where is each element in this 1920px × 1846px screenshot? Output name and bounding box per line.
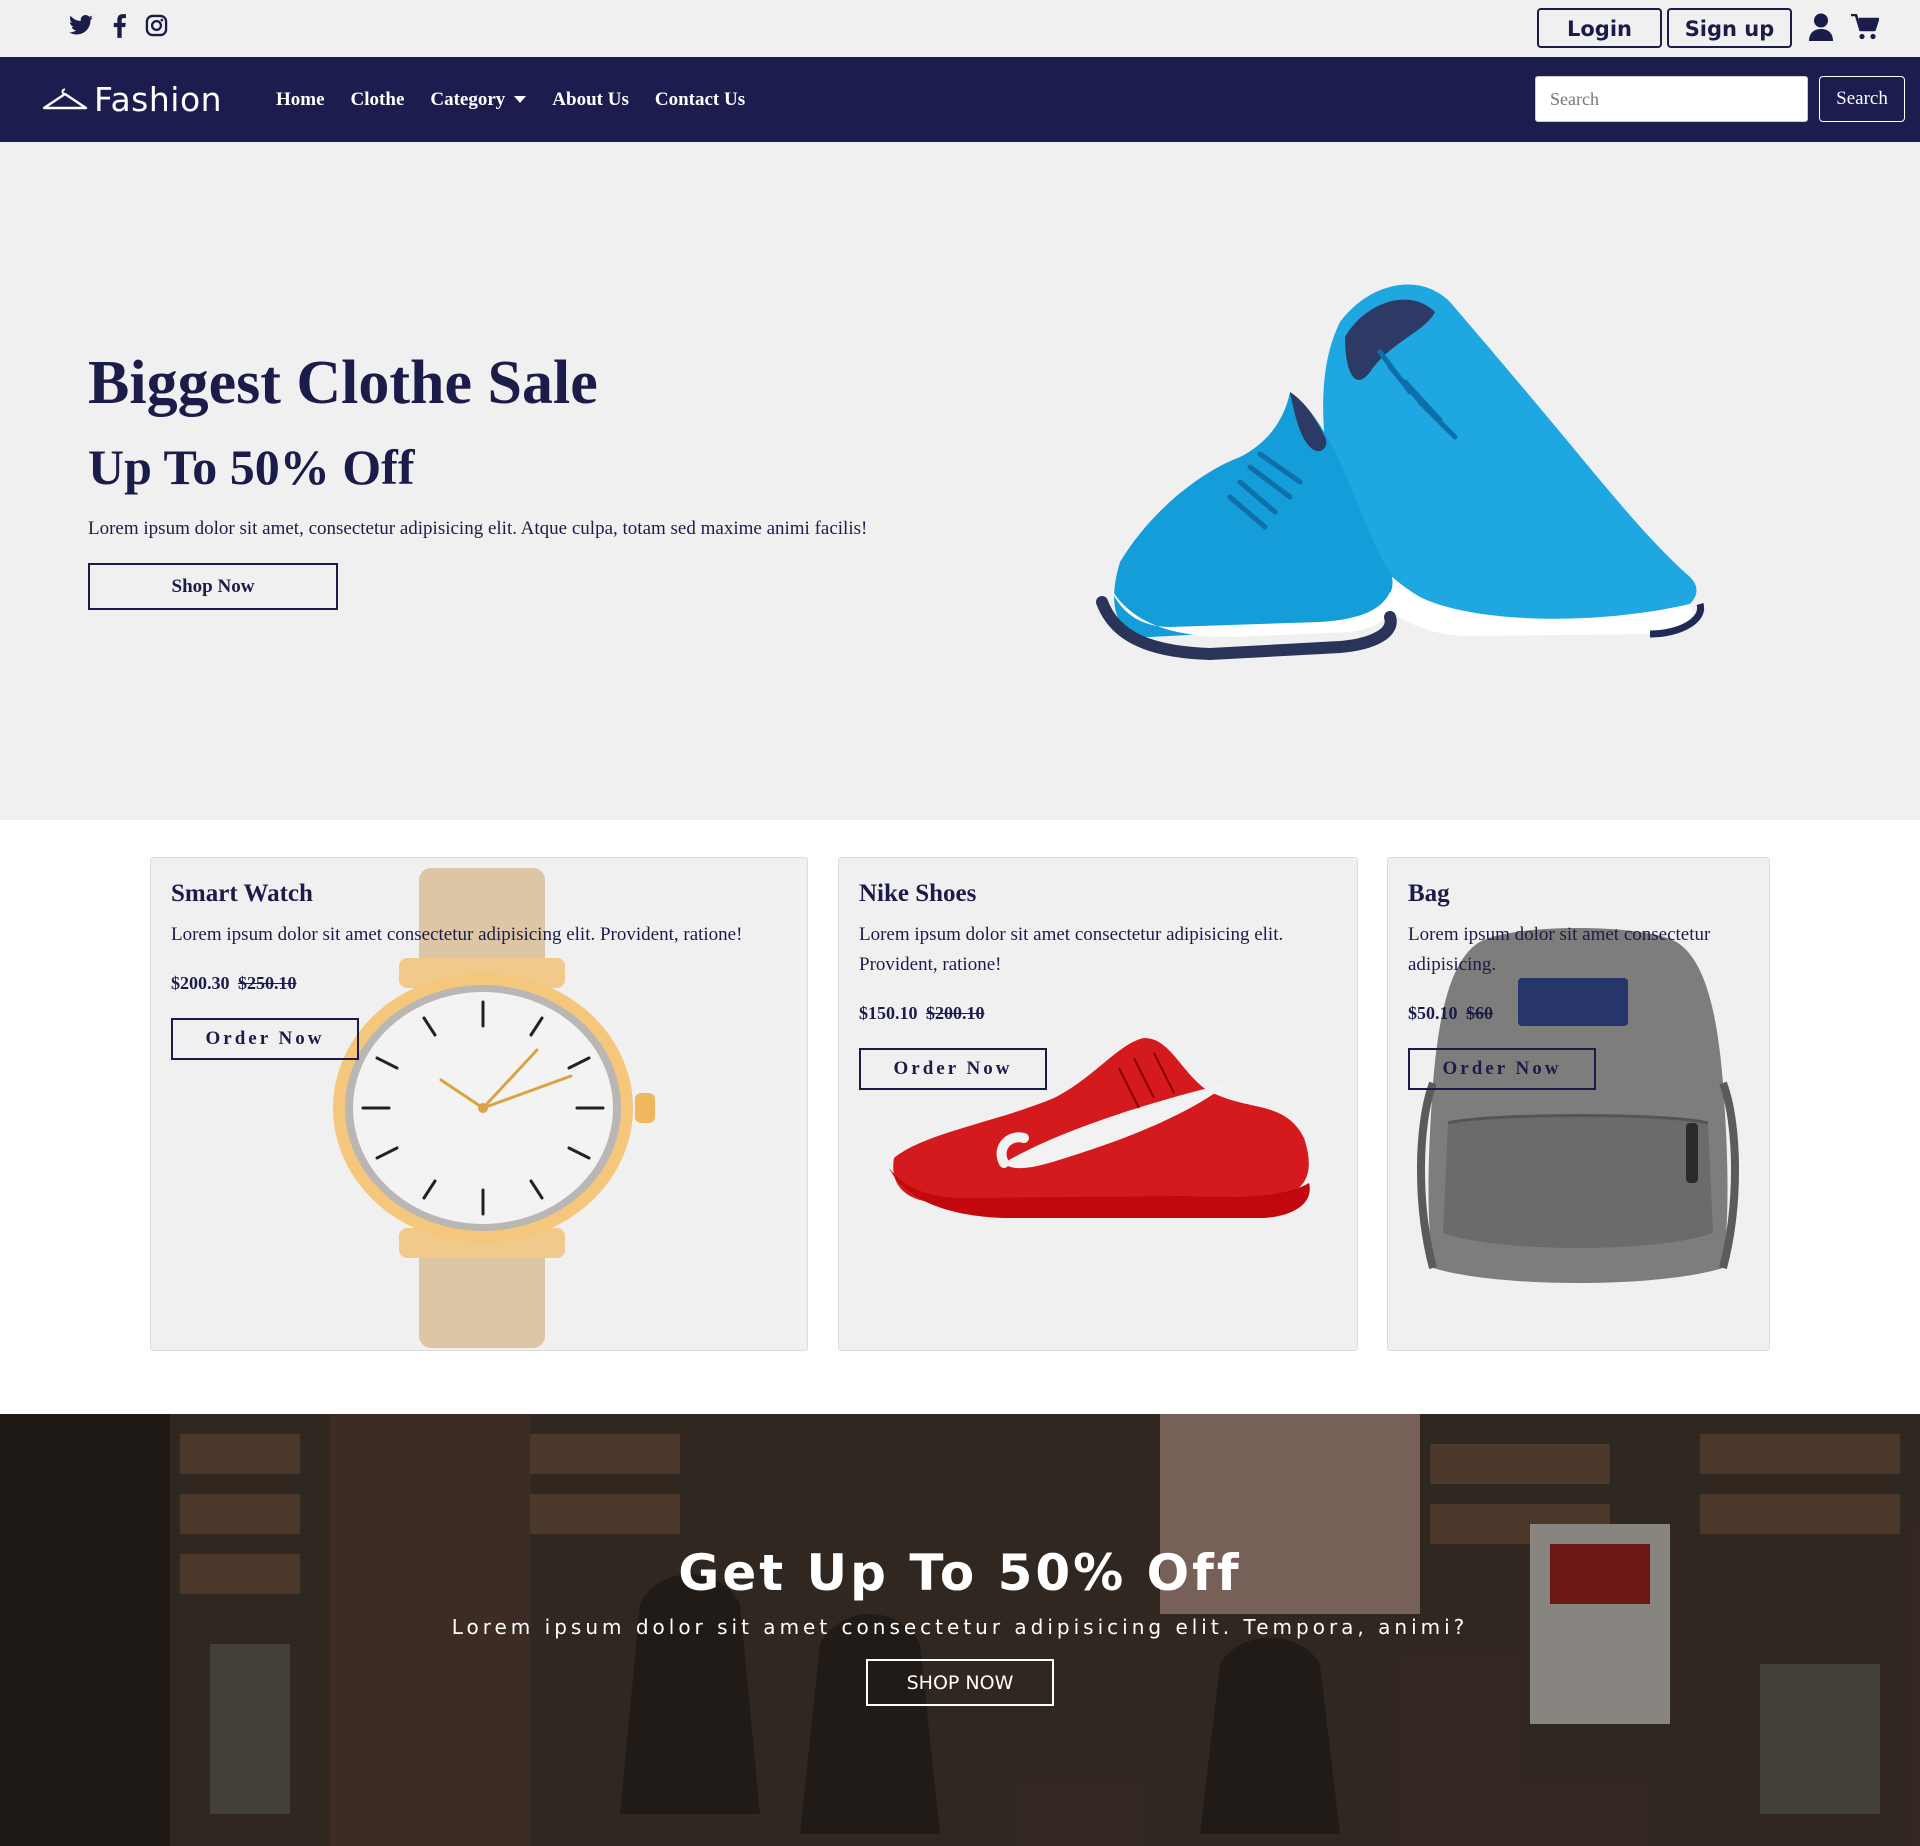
shop-now-button[interactable]: Shop Now (88, 563, 338, 610)
promo-title: Get Up To 50% Off (678, 1544, 1242, 1602)
hero-subtitle: Up To 50% Off (88, 439, 415, 495)
current-price: $50.10 (1408, 1003, 1458, 1023)
instagram-icon[interactable] (145, 14, 168, 37)
facebook-icon[interactable] (113, 14, 126, 38)
login-button[interactable]: Login (1537, 8, 1662, 48)
hanger-icon (42, 88, 88, 110)
product-description: Lorem ipsum dolor sit amet consectetur a… (859, 924, 1284, 975)
product-price: $200.30 $250.10 (171, 973, 297, 994)
order-now-button[interactable]: Order Now (171, 1018, 359, 1060)
nav-clothe[interactable]: Clothe (351, 89, 405, 111)
order-now-button[interactable]: Order Now (859, 1048, 1047, 1090)
product-title: Nike Shoes (859, 880, 977, 907)
product-card-nike-shoes: Nike Shoes Lorem ipsum dolor sit amet co… (838, 857, 1358, 1351)
user-icon[interactable] (1809, 13, 1833, 46)
old-price: $250.10 (238, 973, 297, 993)
nav-about[interactable]: About Us (552, 89, 629, 111)
signup-button[interactable]: Sign up (1667, 8, 1792, 48)
product-description: Lorem ipsum dolor sit amet consectetur a… (171, 924, 743, 945)
promo-shop-now-button[interactable]: SHOP NOW (866, 1659, 1054, 1706)
old-price: $200.10 (926, 1003, 985, 1023)
product-price: $50.10 $60 (1408, 1003, 1493, 1024)
search-button[interactable]: Search (1819, 76, 1905, 122)
brand-logo[interactable]: Fashion (42, 77, 222, 121)
caret-down-icon (514, 96, 527, 103)
old-price: $60 (1466, 1003, 1493, 1023)
product-card-bag: Bag Lorem ipsum dolor sit amet consectet… (1387, 857, 1770, 1351)
hero-title: Biggest Clothe Sale (88, 349, 598, 417)
nav-category-dropdown[interactable]: Category (430, 88, 527, 111)
hero-description: Lorem ipsum dolor sit amet, consectetur … (88, 518, 868, 539)
product-title: Smart Watch (171, 880, 313, 907)
nav-menu: Home Clothe Category About Us Contact Us (276, 57, 771, 142)
current-price: $150.10 (859, 1003, 918, 1023)
search-input[interactable] (1535, 76, 1808, 122)
hero-section: Biggest Clothe Sale Up To 50% Off Lorem … (0, 142, 1920, 820)
twitter-icon[interactable] (69, 14, 93, 36)
cart-icon[interactable] (1851, 13, 1880, 45)
nav-category-label: Category (430, 88, 506, 110)
promo-banner: Get Up To 50% Off Lorem ipsum dolor sit … (0, 1414, 1920, 1846)
product-title: Bag (1408, 880, 1450, 907)
nav-home[interactable]: Home (276, 89, 325, 111)
promo-text: Lorem ipsum dolor sit amet consectetur a… (451, 1615, 1469, 1639)
brand-name: Fashion (94, 79, 223, 119)
product-price: $150.10 $200.10 (859, 1003, 985, 1024)
product-card-smart-watch: Smart Watch Lorem ipsum dolor sit amet c… (150, 857, 808, 1351)
nav-contact[interactable]: Contact Us (655, 89, 745, 111)
current-price: $200.30 (171, 973, 230, 993)
top-bar: Login Sign up (0, 0, 1920, 57)
order-now-button[interactable]: Order Now (1408, 1048, 1596, 1090)
blue-sneakers-image (1096, 284, 1705, 661)
product-description: Lorem ipsum dolor sit amet consectetur a… (1408, 924, 1711, 975)
